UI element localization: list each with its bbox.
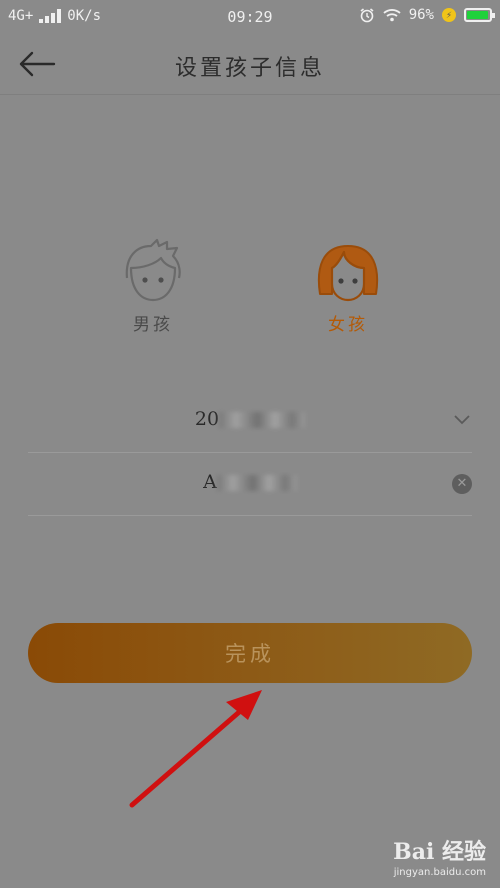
title-bar: 设置孩子信息 <box>0 34 500 95</box>
birthday-value: 20 <box>28 408 472 430</box>
clear-icon[interactable]: ✕ <box>452 474 472 494</box>
status-bar: 4G+ 0K/s 09:29 96% ⚡ <box>0 0 500 34</box>
done-label: 完成 <box>225 642 275 666</box>
battery-percent: 96% <box>408 7 434 23</box>
done-button[interactable]: 完成 <box>28 623 472 683</box>
alarm-icon <box>360 8 374 23</box>
redacted-birthday <box>219 412 306 428</box>
name-field[interactable]: A ✕ <box>28 453 472 516</box>
gender-option-girl[interactable]: 女孩 <box>308 238 388 335</box>
page-title: 设置孩子信息 <box>174 56 325 81</box>
birthday-selector[interactable]: 20 <box>28 390 472 453</box>
chevron-down-icon[interactable] <box>452 412 472 426</box>
watermark-brand: Bai 经验 <box>393 839 486 865</box>
name-prefix: A <box>203 471 217 493</box>
girl-label: 女孩 <box>328 315 368 335</box>
watermark: Bai 经验 jingyan.baidu.com <box>393 834 486 878</box>
watermark-site: jingyan.baidu.com <box>393 867 486 878</box>
battery-icon <box>464 8 495 22</box>
wifi-icon <box>383 9 401 22</box>
girl-avatar-icon <box>317 245 379 302</box>
gender-option-boy[interactable]: 男孩 <box>113 238 193 335</box>
boy-avatar-icon <box>125 238 181 302</box>
birthday-prefix: 20 <box>194 408 220 430</box>
name-value[interactable]: A <box>28 471 472 493</box>
boy-label: 男孩 <box>133 315 173 335</box>
charging-icon: ⚡ <box>442 8 456 22</box>
redacted-name <box>216 475 297 491</box>
